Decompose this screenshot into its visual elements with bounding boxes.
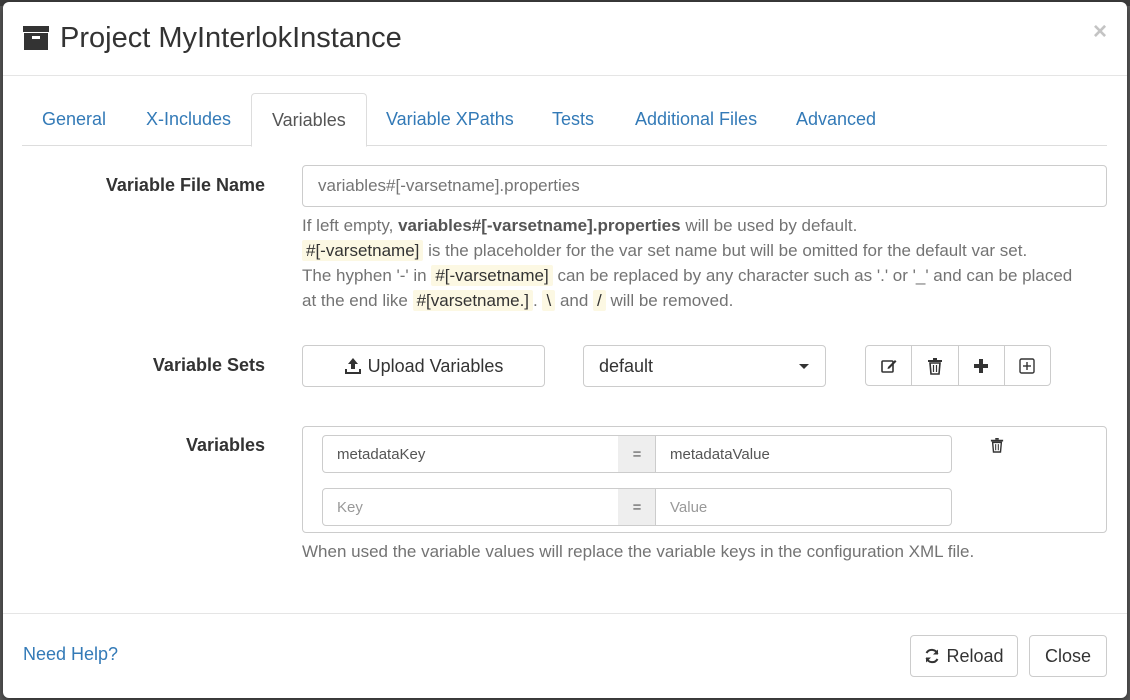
tab-variable-xpaths[interactable]: Variable XPaths — [366, 93, 534, 146]
edit-icon — [880, 359, 897, 373]
default-filename: variables#[-varsetname].properties — [398, 216, 681, 235]
suffix-code: #[varsetname.] — [412, 290, 534, 311]
add-varset-button[interactable] — [957, 345, 1005, 386]
need-help-link[interactable]: Need Help? — [23, 644, 118, 665]
new-key-input[interactable]: Key — [322, 488, 619, 526]
variable-value-input[interactable]: metadataValue — [655, 435, 952, 473]
variable-key-input[interactable]: metadataKey — [322, 435, 619, 473]
trash-icon[interactable] — [990, 437, 1004, 453]
variables-help: When used the variable values will repla… — [302, 542, 975, 561]
equals-addon: = — [618, 488, 656, 526]
archive-icon — [23, 26, 49, 50]
variables-panel: metadataKey = metadataValue Key = Value — [302, 426, 1107, 533]
tab-bar: General X-Includes Variables Variable XP… — [22, 93, 1107, 147]
plus-icon — [974, 358, 989, 373]
slash-code: / — [593, 290, 606, 311]
tab-advanced[interactable]: Advanced — [776, 93, 896, 146]
placeholder-code: #[-varsetname] — [302, 240, 424, 261]
backslash-code: \ — [542, 290, 556, 311]
close-icon[interactable]: × — [1093, 18, 1107, 46]
tab-general[interactable]: General — [22, 93, 126, 146]
upload-icon — [344, 358, 361, 374]
variable-set-selected: default — [599, 355, 654, 376]
reload-button[interactable]: Reload — [910, 635, 1018, 677]
modal-title: Project MyInterlokInstance — [60, 22, 402, 54]
close-button[interactable]: Close — [1029, 635, 1107, 677]
edit-varset-button[interactable] — [865, 345, 913, 386]
upload-variables-button[interactable]: Upload Variables — [302, 345, 545, 387]
tab-additional-files[interactable]: Additional Files — [615, 93, 777, 146]
variable-set-actions — [865, 345, 1051, 386]
chevron-down-icon — [799, 364, 809, 369]
refresh-icon — [926, 648, 939, 664]
trash-icon — [927, 357, 942, 375]
expand-varset-button[interactable] — [1003, 345, 1051, 386]
tab-x-includes[interactable]: X-Includes — [126, 93, 251, 146]
delete-varset-button[interactable] — [911, 345, 959, 386]
placeholder-code: #[-varsetname] — [431, 265, 553, 286]
variable-sets-label: Variable Sets — [152, 355, 265, 375]
variable-file-name-label: Variable File Name — [105, 175, 265, 195]
variables-label: Variables — [185, 435, 265, 455]
variable-file-name-input[interactable] — [302, 165, 1107, 207]
new-value-input[interactable]: Value — [655, 488, 952, 526]
project-modal: Project MyInterlokInstance × General X-I… — [3, 2, 1127, 698]
equals-addon: = — [618, 435, 656, 473]
plus-square-icon — [1019, 357, 1036, 374]
tab-variables[interactable]: Variables — [251, 93, 367, 147]
reload-label: Reload — [946, 645, 1004, 666]
tab-tests[interactable]: Tests — [532, 93, 614, 146]
variable-file-help: If left empty, variables#[-varsetname].p… — [302, 216, 1073, 311]
modal-footer: Need Help? Reload Close — [3, 613, 1127, 698]
variable-set-select[interactable]: default — [583, 345, 826, 387]
upload-variables-label: Upload Variables — [367, 355, 504, 376]
modal-header: Project MyInterlokInstance × — [3, 2, 1127, 76]
